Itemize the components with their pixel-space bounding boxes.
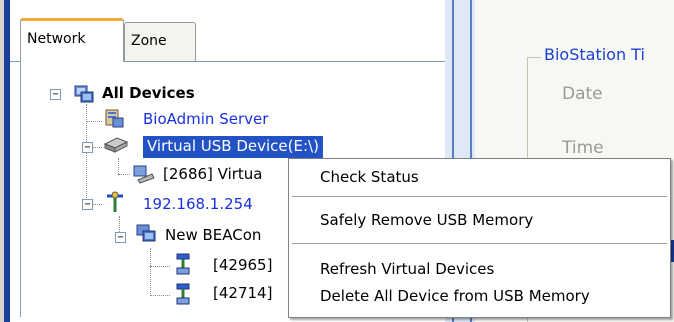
menu-item-delete-all-devices[interactable]: Delete All Device from USB Memory — [320, 287, 590, 305]
group-box-border — [527, 57, 541, 58]
tree-node-all-devices[interactable]: All Devices — [102, 84, 195, 102]
network-node-icon — [104, 190, 126, 212]
tree-node-beacon[interactable]: New BEACon — [165, 226, 261, 244]
tree-line — [150, 266, 170, 267]
tree-line — [150, 248, 151, 296]
tab-zone[interactable]: Zone — [124, 22, 196, 62]
tree-line — [86, 104, 87, 204]
expander-virtual-usb[interactable]: − — [82, 142, 93, 153]
tree-node-virtual-usb[interactable]: Virtual USB Device(E:\) — [143, 136, 323, 158]
terminal-icon — [172, 282, 194, 305]
device-group-icon — [73, 83, 95, 105]
expander-ip[interactable]: − — [82, 199, 93, 210]
tree-line — [92, 147, 102, 148]
tab-network[interactable]: Network — [20, 18, 124, 62]
tab-zone-label: Zone — [131, 33, 167, 49]
tree-node-device-42714[interactable]: [42714] — [213, 284, 272, 302]
context-menu: Check Status Safely Remove USB Memory Re… — [288, 158, 671, 318]
tree-node-bioadmin-server[interactable]: BioAdmin Server — [143, 110, 268, 128]
expander-all-devices[interactable]: − — [50, 89, 61, 100]
tree-node-device-42965[interactable]: [42965] — [213, 256, 272, 274]
time-label: Time — [562, 138, 604, 158]
group-title: BioStation Ti — [544, 45, 645, 64]
menu-separator — [292, 196, 667, 197]
device-group-icon — [135, 222, 157, 244]
server-icon — [103, 108, 125, 130]
expander-beacon[interactable]: − — [115, 232, 126, 243]
tree-line — [118, 174, 130, 175]
tree-node-ip-address[interactable]: 192.168.1.254 — [143, 195, 253, 213]
date-label: Date — [562, 84, 603, 104]
device-icon — [132, 162, 155, 184]
menu-item-check-status[interactable]: Check Status — [320, 168, 419, 186]
tree-line — [118, 158, 119, 174]
tree-line — [92, 204, 102, 205]
tree-node-virtual-device[interactable]: [2686] Virtua — [163, 165, 263, 183]
tab-network-label: Network — [27, 31, 86, 47]
usb-drive-icon — [103, 134, 129, 156]
menu-separator — [292, 243, 667, 244]
tree-line — [86, 121, 102, 122]
tree-line — [150, 295, 170, 296]
terminal-icon — [172, 252, 194, 275]
menu-item-refresh-virtual-devices[interactable]: Refresh Virtual Devices — [320, 260, 494, 278]
menu-item-safely-remove-usb[interactable]: Safely Remove USB Memory — [320, 211, 533, 229]
